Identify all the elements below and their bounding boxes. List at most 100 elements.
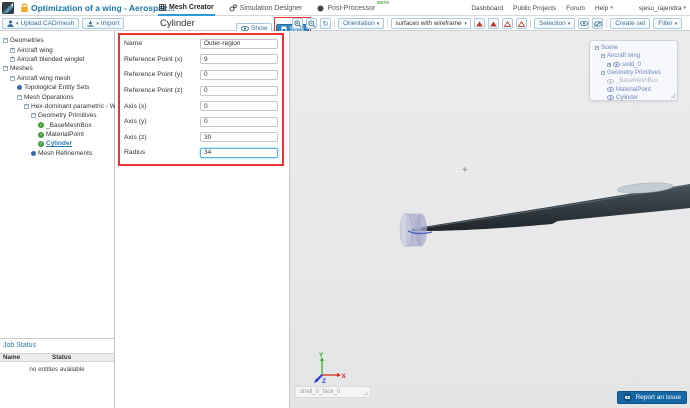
- axis-x-input[interactable]: [200, 101, 278, 111]
- zoom-out-button[interactable]: [306, 18, 317, 29]
- tree-item-materialpoint[interactable]: ✓MaterialPoint: [0, 130, 114, 139]
- panel-title: Cylinder: [160, 18, 195, 29]
- mesh-quality-button-3[interactable]: [502, 18, 513, 29]
- tab-mesh-creator[interactable]: Mesh Creator: [158, 0, 215, 16]
- collapse-icon[interactable]: −: [595, 46, 599, 50]
- render-mode-select[interactable]: surfaces with wireframe▾: [391, 18, 471, 29]
- nav-forum[interactable]: Forum: [566, 5, 585, 12]
- scene-item-aircraft-wing[interactable]: −Aircraft wing: [592, 52, 675, 60]
- reset-view-button[interactable]: ↻: [320, 18, 331, 29]
- expand-icon[interactable]: +: [10, 48, 15, 53]
- report-issue-button[interactable]: Report an issue: [617, 391, 687, 404]
- selection-dropdown[interactable]: Selection▾: [534, 18, 575, 29]
- tree-item-meshes[interactable]: −Meshes: [0, 64, 114, 73]
- scene-item-cylinder[interactable]: Cylinder: [592, 94, 675, 102]
- collapse-icon[interactable]: −: [24, 104, 29, 109]
- caret-down-icon: ▾: [96, 21, 99, 27]
- eye-icon[interactable]: [607, 79, 614, 84]
- zoom-in-button[interactable]: [292, 18, 303, 29]
- ref-point-z-input[interactable]: [200, 86, 278, 96]
- axis-z-label: Z: [322, 378, 326, 385]
- triangle-icon: [476, 21, 483, 27]
- eye-icon[interactable]: [607, 87, 614, 92]
- orientation-dropdown[interactable]: Orientation▾: [338, 18, 384, 29]
- face-name-readout[interactable]: shell_0_face_0: [295, 386, 371, 398]
- scene-item-scene[interactable]: −Scene: [592, 44, 675, 52]
- collapse-icon[interactable]: −: [31, 113, 36, 118]
- tab-simulation-designer[interactable]: Simulation Designer: [228, 0, 304, 16]
- eye-icon[interactable]: [607, 95, 614, 100]
- axis-y-input[interactable]: [200, 117, 278, 127]
- caret-down-icon: ▾: [675, 21, 678, 27]
- tree-item-aircraft-wing[interactable]: +Aircraft wing: [0, 45, 114, 54]
- tab-label: Simulation Designer: [240, 5, 303, 12]
- scene-item-basemeshbox[interactable]: _BaseMeshBox: [592, 77, 675, 85]
- mesh-quality-button-4[interactable]: [516, 18, 527, 29]
- tree-item-topological-entity-sets[interactable]: Topological Entity Sets: [0, 83, 114, 92]
- tree-item-hex-dominant-parametric[interactable]: −Hex-dominant parametric - Wing: [0, 102, 114, 111]
- field-label: Reference Point (y): [124, 71, 200, 78]
- collapse-icon[interactable]: −: [3, 38, 8, 43]
- tab-post-processor[interactable]: Post-Processor BETA: [316, 0, 376, 16]
- tree-item-geometries[interactable]: −Geometries: [0, 36, 114, 45]
- viewport-toolbar: ↻ Orientation▾ surfaces with wireframe▾ …: [292, 18, 688, 29]
- collapse-icon[interactable]: −: [601, 54, 605, 58]
- collapse-icon[interactable]: −: [17, 95, 22, 100]
- radius-input[interactable]: [200, 148, 278, 158]
- ref-point-y-input[interactable]: [200, 70, 278, 80]
- visibility-on-button[interactable]: [578, 18, 589, 29]
- name-input[interactable]: [200, 39, 278, 49]
- ref-point-x-input[interactable]: [200, 54, 278, 64]
- resize-handle-icon[interactable]: [670, 93, 676, 99]
- tree-item-geometry-primitives[interactable]: −Geometry Primitives: [0, 111, 114, 120]
- tree-item-aircraft-blended-winglet[interactable]: +Aircraft blended winglet: [0, 55, 114, 64]
- axis-z-input[interactable]: [200, 132, 278, 142]
- job-status-table-header: Name Status: [0, 353, 114, 362]
- visibility-off-button[interactable]: [592, 18, 603, 29]
- collapse-icon[interactable]: −: [3, 66, 8, 71]
- nav-public-projects[interactable]: Public Projects: [513, 5, 556, 12]
- nav-help[interactable]: Help▾: [595, 5, 613, 12]
- job-status-title: Job Status: [0, 339, 114, 353]
- viewport[interactable]: + −Scene −Aircraft wing + solid_0 −Geome…: [290, 31, 690, 408]
- job-status-col-name: Name: [0, 354, 52, 361]
- tree-item-mesh-operations[interactable]: −Mesh Operations: [0, 92, 114, 101]
- collapse-icon[interactable]: −: [601, 71, 605, 75]
- mesh-quality-button-2[interactable]: [488, 18, 499, 29]
- toolbar-separator: [334, 19, 335, 28]
- scene-tree-panel[interactable]: −Scene −Aircraft wing + solid_0 −Geometr…: [589, 40, 678, 101]
- mesh-quality-button-1[interactable]: [474, 18, 485, 29]
- tree-item-basemeshbox[interactable]: ✓_BaseMeshBox: [0, 121, 114, 130]
- import-button[interactable]: ▾ Import: [82, 18, 124, 29]
- project-title: Optimization of a wing - Aerospac...: [31, 0, 175, 16]
- zoom-in-icon: [294, 20, 302, 28]
- caret-down-icon: ▾: [683, 5, 686, 11]
- field-row-ref-x: Reference Point (x): [124, 52, 278, 68]
- tree-item-cylinder[interactable]: ✓Cylinder: [0, 139, 114, 148]
- user-menu[interactable]: sjesu_rajendra▾: [639, 5, 686, 12]
- filter-dropdown[interactable]: Filter▾: [653, 18, 682, 29]
- app-logo[interactable]: [2, 2, 14, 14]
- upload-cad-button[interactable]: ▾ Upload CAD/mesh: [2, 18, 79, 29]
- scene-item-geometry-primitives[interactable]: −Geometry Primitives: [592, 69, 675, 77]
- job-status-panel: Job Status Name Status no entities avail…: [0, 338, 114, 373]
- expand-icon[interactable]: +: [607, 63, 611, 67]
- resize-handle-icon: [363, 390, 369, 396]
- expand-icon[interactable]: +: [10, 57, 15, 62]
- create-set-button[interactable]: Create set: [610, 18, 650, 29]
- tree-item-aircraft-wing-mesh[interactable]: −Aircraft wing mesh: [0, 74, 114, 83]
- tree-item-mesh-refinements[interactable]: Mesh Refinements: [0, 149, 114, 158]
- cylinder-form-panel: Name Reference Point (x) Reference Point…: [115, 31, 290, 408]
- check-icon: ✓: [38, 122, 44, 128]
- triangle-outline-icon: [504, 21, 511, 27]
- field-row-axis-x: Axis (x): [124, 98, 278, 114]
- nav-dashboard[interactable]: Dashboard: [471, 5, 503, 12]
- eye-icon[interactable]: [613, 62, 620, 67]
- scene-item-solid-0[interactable]: + solid_0: [592, 61, 675, 69]
- caret-down-icon: ▾: [464, 21, 467, 27]
- collapse-icon[interactable]: −: [10, 76, 15, 81]
- zoom-out-icon: [308, 20, 316, 28]
- field-label: Axis (y): [124, 118, 200, 125]
- toolbar-row: ▾ Upload CAD/mesh ▾ Import Cylinder Show: [0, 16, 690, 31]
- scene-item-materialpoint[interactable]: MaterialPoint: [592, 85, 675, 93]
